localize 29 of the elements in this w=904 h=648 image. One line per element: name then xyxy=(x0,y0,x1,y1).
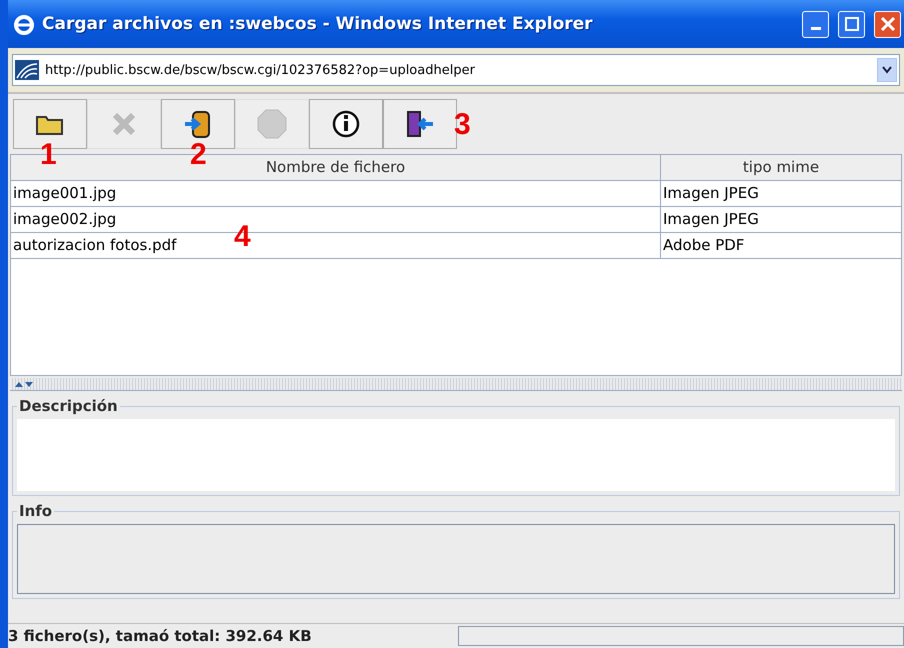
dropdown-button[interactable] xyxy=(877,58,897,82)
maximize-button[interactable] xyxy=(838,10,865,38)
panel-label: Descripción xyxy=(18,397,119,415)
minimize-button[interactable] xyxy=(802,10,829,38)
table-cell-text: Imagen JPEG xyxy=(662,183,760,204)
table-cell-text: Imagen JPEG xyxy=(662,209,760,230)
info-button[interactable] xyxy=(309,99,383,149)
annotation-number: 3 xyxy=(454,110,471,140)
cylinder-arrow-icon xyxy=(183,108,213,140)
panel-label: Info xyxy=(18,502,54,520)
splitter-arrows-icon xyxy=(14,380,34,388)
column-header[interactable]: tipo mime xyxy=(661,155,901,180)
close-button[interactable] xyxy=(874,10,901,38)
door-exit-icon xyxy=(405,110,435,138)
stop-icon xyxy=(257,109,287,139)
close-icon xyxy=(111,111,137,137)
minimize-icon xyxy=(810,26,820,30)
address-field[interactable]: http://public.bscw.de/bscw/bscw.cgi/102376582?op=uploadhelper xyxy=(12,54,900,86)
window-title: Cargar archivos en :swebcos - Windows Internet Explorer xyxy=(42,14,594,34)
folder-icon xyxy=(36,113,64,135)
maximize-icon xyxy=(844,17,858,31)
browser-logo-icon xyxy=(12,12,36,36)
status-text: 3 fichero(s), tamaó total: 392.64 KB xyxy=(8,627,313,645)
table-cell-text: Adobe PDF xyxy=(662,235,746,256)
site-logo-icon xyxy=(15,60,39,80)
close-icon xyxy=(880,17,894,31)
table-cell: image001.jpg xyxy=(11,181,661,206)
caret-icon xyxy=(882,66,892,74)
info-icon xyxy=(332,110,360,138)
